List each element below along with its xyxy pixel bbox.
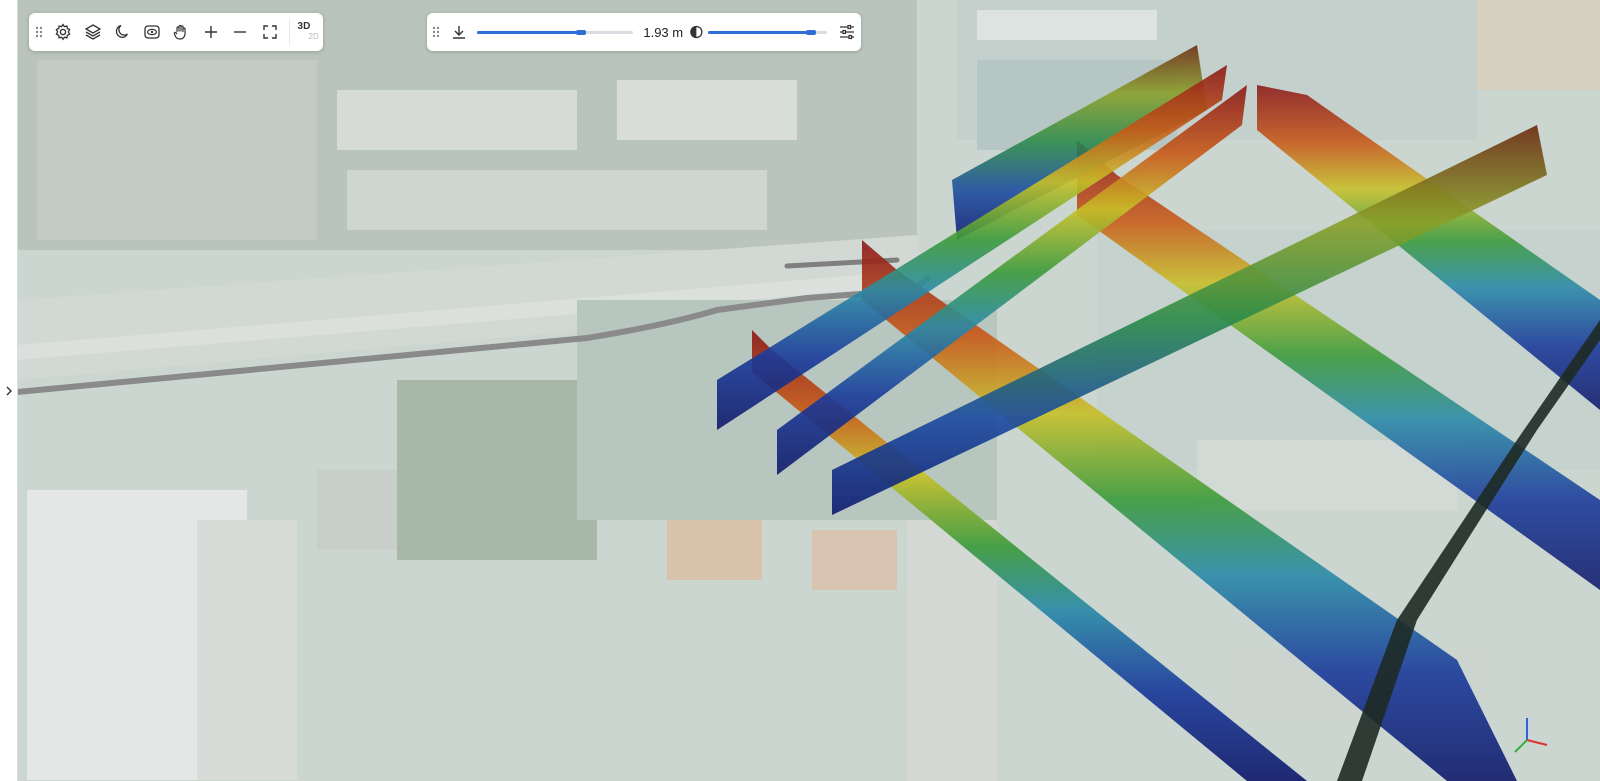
construction-site	[812, 530, 897, 590]
settings-button[interactable]	[49, 17, 78, 47]
map-scene[interactable]	[17, 0, 1600, 781]
night-mode-button[interactable]	[108, 17, 137, 47]
fullscreen-icon	[263, 25, 277, 39]
drag-handle-icon	[432, 26, 440, 38]
zoom-in-icon	[204, 26, 217, 38]
sidebar-expand-button[interactable]	[0, 0, 18, 781]
map-viewport[interactable]	[17, 0, 1600, 781]
depth-slider[interactable]	[476, 25, 634, 39]
contrast-icon[interactable]	[689, 24, 704, 40]
drag-handle[interactable]	[29, 13, 49, 51]
building-roof	[347, 170, 767, 230]
building-roof	[617, 80, 797, 140]
residential-block	[37, 60, 317, 240]
settings-icon	[55, 23, 71, 41]
adjust-button[interactable]	[833, 17, 861, 47]
night-mode-icon	[116, 24, 129, 38]
parking-lot	[197, 520, 297, 780]
layers-icon	[84, 24, 102, 40]
fullscreen-button[interactable]	[255, 17, 284, 47]
layers-button[interactable]	[78, 17, 107, 47]
zoom-out-icon	[234, 31, 247, 33]
slider-fill	[476, 31, 587, 34]
adjust-sliders-icon	[840, 24, 855, 40]
toolbar-divider	[288, 19, 290, 45]
slider-thumb[interactable]	[805, 30, 816, 35]
view-icon	[144, 25, 160, 39]
depth-down-button[interactable]	[445, 17, 473, 47]
opacity-slider[interactable]	[707, 25, 828, 39]
drag-handle[interactable]	[427, 13, 445, 51]
zoom-in-button[interactable]	[196, 17, 225, 47]
tree-area	[397, 380, 597, 560]
slider-fill	[707, 31, 816, 34]
chevron-right-icon	[6, 386, 12, 395]
slider-thumb[interactable]	[576, 30, 587, 35]
pan-button[interactable]	[167, 17, 196, 47]
building-roof	[1477, 0, 1600, 90]
view-button[interactable]	[137, 17, 166, 47]
drag-handle-icon	[35, 26, 43, 38]
depth-value: 1.93 m	[643, 24, 684, 40]
download-icon	[453, 26, 466, 39]
zoom-out-button[interactable]	[226, 17, 255, 47]
pan-hand-icon	[174, 24, 186, 40]
view-mode-toggle[interactable]: 3D 2D	[294, 17, 323, 47]
building-roof	[337, 90, 577, 150]
mode-3d-label: 3D	[297, 21, 311, 32]
building-roof	[977, 10, 1157, 40]
navigation-toolbar: 3D 2D	[29, 13, 323, 51]
construction-site	[667, 515, 762, 580]
mode-2d-label: 2D	[308, 32, 319, 41]
section-toolbar: 1.93 m	[427, 13, 861, 51]
